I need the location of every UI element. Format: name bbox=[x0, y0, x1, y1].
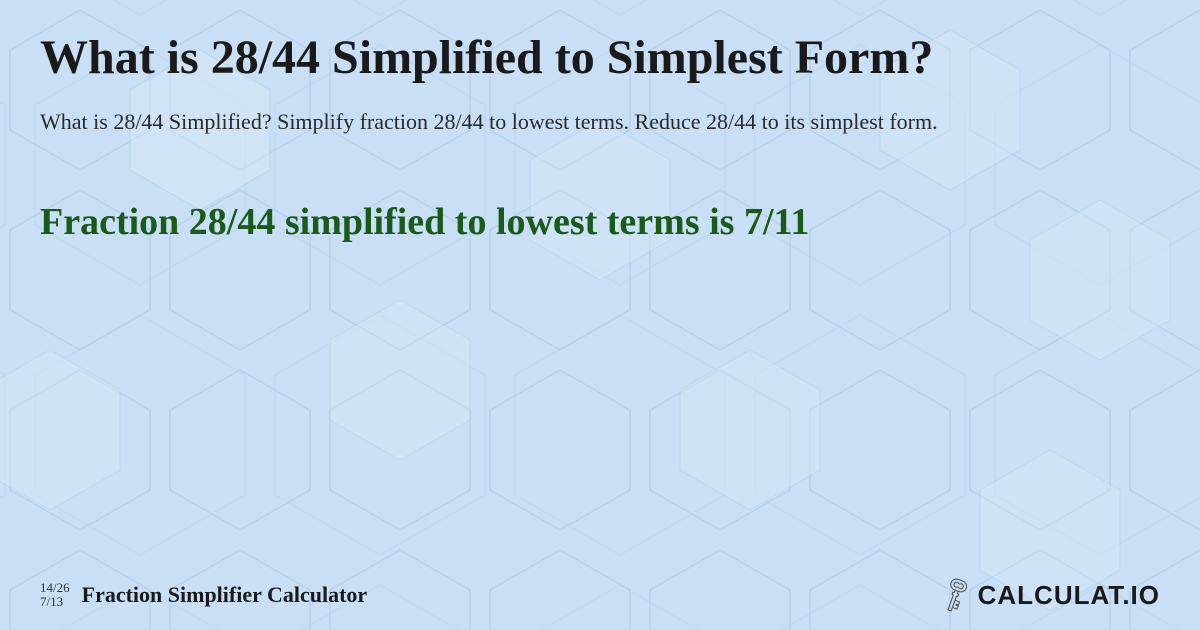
footer-label: Fraction Simplifier Calculator bbox=[82, 582, 368, 608]
page-title: What is 28/44 Simplified to Simplest For… bbox=[40, 30, 1160, 85]
result-title: Fraction 28/44 simplified to lowest term… bbox=[40, 198, 1160, 247]
footer-logo: 🗝 CALCULAT.IO bbox=[938, 578, 1160, 612]
footer-fraction1: 14/26 bbox=[40, 581, 70, 595]
footer-fractions: 14/26 7/13 bbox=[40, 581, 70, 610]
footer: 14/26 7/13 Fraction Simplifier Calculato… bbox=[40, 578, 1160, 612]
logo-text: CALCULAT.IO bbox=[978, 580, 1160, 611]
footer-fraction2: 7/13 bbox=[40, 595, 70, 609]
key-icon: 🗝 bbox=[932, 571, 980, 618]
page-description: What is 28/44 Simplified? Simplify fract… bbox=[40, 105, 1160, 138]
result-section: Fraction 28/44 simplified to lowest term… bbox=[40, 198, 1160, 247]
